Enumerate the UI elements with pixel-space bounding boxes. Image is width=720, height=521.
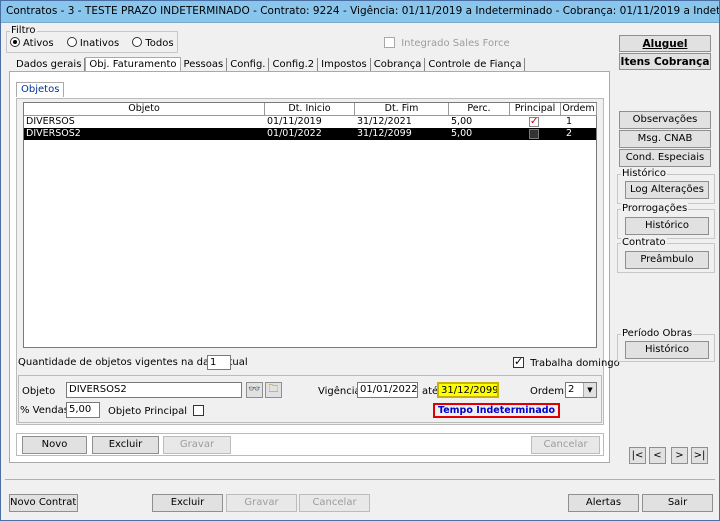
tab-panel: Objetos Objeto Dt. Inicio Dt. Fim Perc. … <box>9 71 620 463</box>
tab-bar: Dados gerais Obj. Faturamento Pessoas Confi… <box>13 57 526 72</box>
cell-objeto: DIVERSOS2 <box>26 128 81 139</box>
ordem-label: Ordem <box>530 386 565 397</box>
vendas-label: % Vendas <box>20 405 69 416</box>
folder-icon[interactable]: 🗀 <box>265 382 282 398</box>
alertas-button[interactable]: Alertas <box>568 494 639 512</box>
col-dt-fim[interactable]: Dt. Fim <box>355 103 449 116</box>
cell-ordem: 1 <box>566 116 573 127</box>
chevron-down-icon[interactable]: ▼ <box>583 383 596 397</box>
checkbox-icon <box>193 405 205 416</box>
radio-todos[interactable]: Todos <box>132 37 174 49</box>
qtd-field[interactable]: 1 <box>207 355 231 370</box>
objeto-principal-checkbox[interactable]: Objeto Principal <box>108 405 205 417</box>
ate-label: até <box>422 386 439 397</box>
historico-prorrogacoes-button[interactable]: Histórico <box>625 217 709 235</box>
filter-group: Filtro Ativos Inativos Todos <box>6 25 178 53</box>
nav-last-button[interactable]: >| <box>691 447 708 464</box>
prorrogacoes-group-title: Prorrogações <box>621 203 689 215</box>
excluir-contrato-button[interactable]: Excluir <box>152 494 223 512</box>
cell-dt-inicio: 01/01/2022 <box>267 128 322 139</box>
gravar-button[interactable]: Gravar <box>163 436 231 454</box>
tab-dados-gerais[interactable]: Dados gerais <box>13 58 86 71</box>
objetos-grid: Objeto Dt. Inicio Dt. Fim Perc. Principa… <box>23 102 597 348</box>
observacoes-button[interactable]: Observações <box>619 111 711 129</box>
aluguel-button[interactable]: Aluguel <box>619 35 711 52</box>
vigencia-inicio-field[interactable]: 01/01/2022 <box>357 382 418 398</box>
cond-especiais-button[interactable]: Cond. Especiais <box>619 149 711 167</box>
novo-contrato-button[interactable]: Novo Contrato <box>9 494 78 512</box>
tab-config[interactable]: Config. <box>227 58 270 71</box>
cell-dt-inicio: 01/11/2019 <box>267 116 322 127</box>
contrato-group-title: Contrato <box>621 237 667 249</box>
itens-cobranca-button[interactable]: Itens Cobrança <box>619 53 711 70</box>
nav-prev-button[interactable]: < <box>649 447 666 464</box>
col-perc[interactable]: Perc. <box>449 103 510 116</box>
search-binoculars-icon[interactable]: 👓 <box>246 382 263 398</box>
sair-button[interactable]: Sair <box>642 494 713 512</box>
preambulo-button[interactable]: Preâmbulo <box>625 251 709 269</box>
cancelar-button[interactable]: Cancelar <box>531 436 600 454</box>
radio-icon <box>66 37 77 47</box>
radio-icon <box>132 37 143 47</box>
vendas-field[interactable]: 5,00 <box>66 402 100 418</box>
historico-group-title: Histórico <box>621 168 668 180</box>
cell-perc: 5,00 <box>451 128 473 139</box>
cancelar-contrato-button[interactable]: Cancelar <box>299 494 370 512</box>
table-row-selected[interactable]: DIVERSOS2 01/01/2022 31/12/2099 5,00 2 <box>24 128 596 140</box>
cell-ordem: 2 <box>566 128 573 139</box>
tab-cobranca[interactable]: Cobrança <box>371 58 426 71</box>
radio-inativos[interactable]: Inativos <box>66 37 119 49</box>
col-dt-inicio[interactable]: Dt. Inicio <box>265 103 355 116</box>
log-alteracoes-button[interactable]: Log Alterações <box>625 181 709 199</box>
tab-impostos[interactable]: Impostos <box>318 58 371 71</box>
window-title: Contratos - 3 - TESTE PRAZO INDETERMINAD… <box>1 1 719 23</box>
cell-dt-fim: 31/12/2099 <box>357 128 412 139</box>
tab-controle-fianca[interactable]: Controle de Fiança <box>425 58 526 71</box>
gravar-contrato-button[interactable]: Gravar <box>226 494 297 512</box>
objeto-label: Objeto <box>22 386 56 397</box>
cell-dt-fim: 31/12/2021 <box>357 116 412 127</box>
historico-obras-button[interactable]: Histórico <box>625 341 709 359</box>
contract-window: Contratos - 3 - TESTE PRAZO INDETERMINAD… <box>0 0 720 521</box>
objeto-field[interactable]: DIVERSOS2 <box>66 382 242 398</box>
radio-icon-selected <box>10 37 20 47</box>
novo-button[interactable]: Novo <box>22 436 87 454</box>
col-principal[interactable]: Principal <box>510 103 561 116</box>
vigencia-label: Vigência <box>318 386 361 397</box>
trabalha-domingo-checkbox[interactable]: Trabalha domingo <box>513 355 620 369</box>
principal-unchecked-icon[interactable] <box>529 129 539 139</box>
tab-obj-faturamento[interactable]: Obj. Faturamento <box>85 57 181 72</box>
nav-first-button[interactable]: |< <box>629 447 646 464</box>
vigencia-fim-field[interactable]: 31/12/2099 <box>437 382 499 398</box>
principal-checked-icon[interactable]: ✓ <box>529 117 539 127</box>
filter-title: Filtro <box>10 25 37 37</box>
msg-cnab-button[interactable]: Msg. CNAB <box>619 130 711 148</box>
col-ordem[interactable]: Ordem <box>561 103 597 116</box>
table-row[interactable]: DIVERSOS 01/11/2019 31/12/2021 5,00 ✓ 1 <box>24 116 596 128</box>
periodo-obras-group-title: Período Obras <box>621 328 694 340</box>
excluir-button[interactable]: Excluir <box>92 436 159 454</box>
cell-perc: 5,00 <box>451 116 473 127</box>
cell-objeto: DIVERSOS <box>26 116 75 127</box>
nav-next-button[interactable]: > <box>671 447 688 464</box>
radio-ativos[interactable]: Ativos <box>10 37 54 49</box>
checkbox-icon <box>513 355 524 368</box>
tab-config2[interactable]: Config.2 <box>269 58 319 71</box>
objetos-panel: Objeto Dt. Inicio Dt. Fim Perc. Principa… <box>16 98 620 425</box>
subtab-objetos[interactable]: Objetos <box>16 82 65 97</box>
integrado-checkbox[interactable]: Integrado Sales Force <box>384 37 510 49</box>
checkbox-icon <box>384 37 395 48</box>
col-objeto[interactable]: Objeto <box>24 103 265 116</box>
bottom-divider <box>5 479 715 480</box>
tempo-indeterminado-label: Tempo Indeterminado <box>433 403 561 418</box>
tab-pessoas[interactable]: Pessoas <box>181 58 228 71</box>
ordem-select[interactable]: 2 ▼ <box>565 382 597 398</box>
